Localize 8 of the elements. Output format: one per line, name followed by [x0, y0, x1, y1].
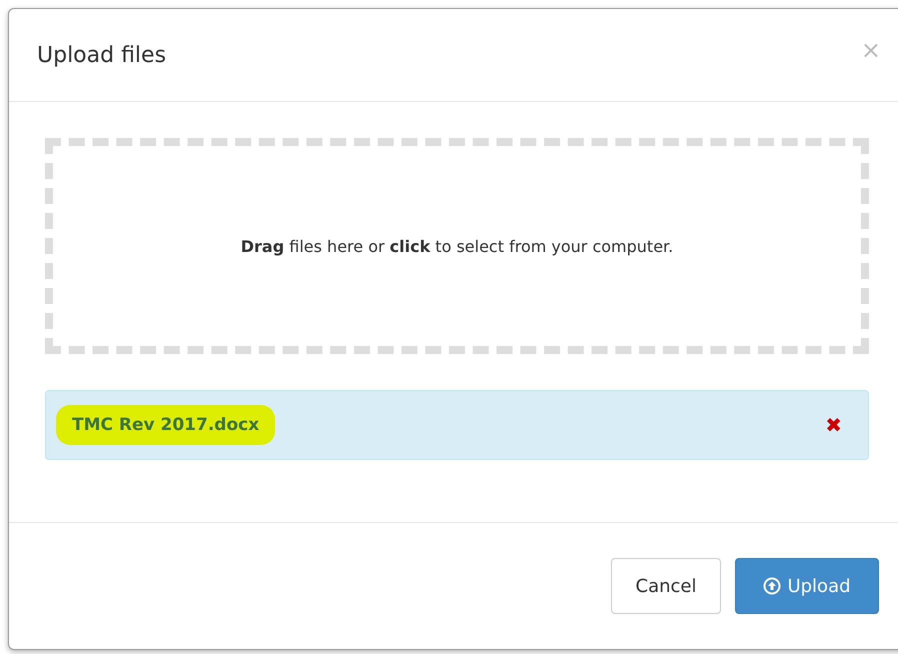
remove-button[interactable]: ✖ — [825, 413, 842, 437]
drop-zone-text: Drag files here or click to select from your computer. — [240, 236, 674, 256]
upload-button[interactable]: Upload — [735, 558, 879, 614]
file-name: TMC Rev 2017.docx — [56, 405, 276, 445]
drop-zone[interactable]: Drag files here or click to select from your computer. — [45, 138, 869, 354]
upload-icon — [763, 577, 782, 595]
dialog-title: Upload files — [37, 42, 166, 68]
cancel-button[interactable]: Cancel — [611, 558, 721, 614]
